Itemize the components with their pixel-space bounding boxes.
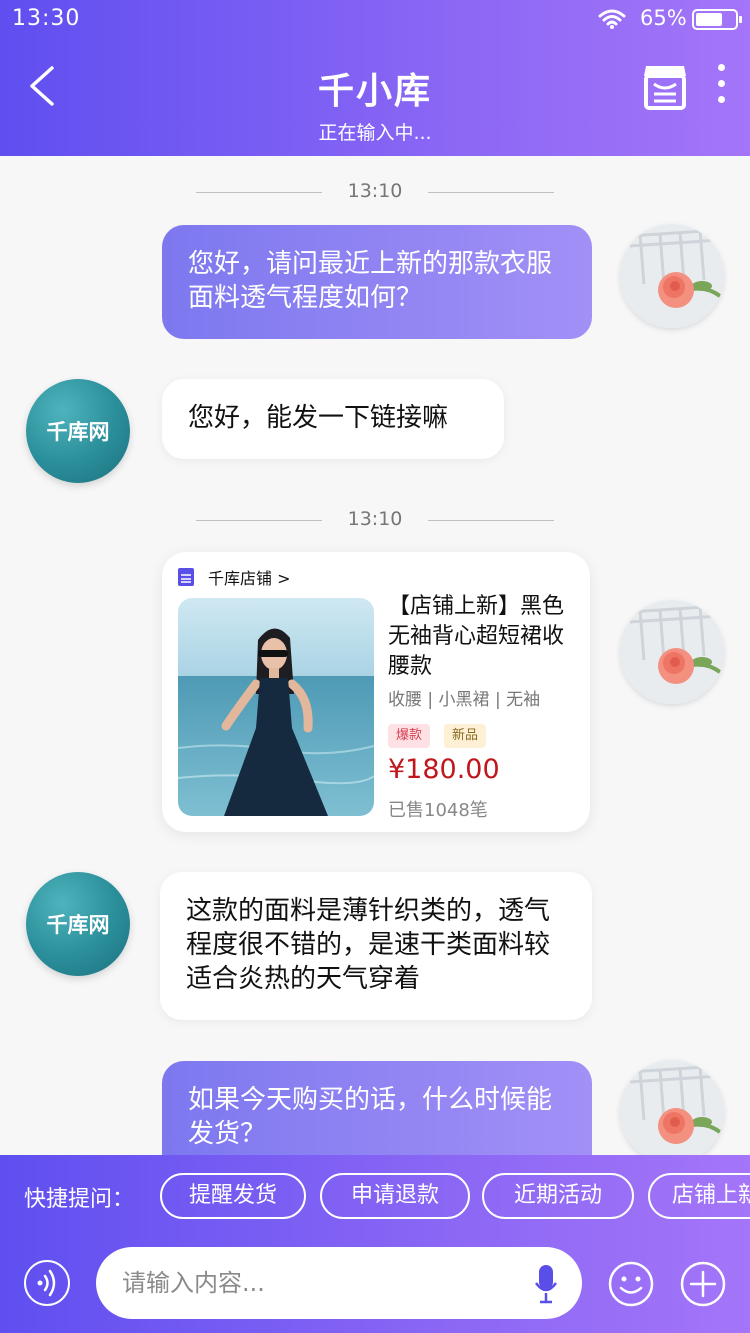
chat-messages: 13:10 您好，请问最近上新的那款衣服面料透气程度如何？ 千库网 您好，能发一… [0, 156, 750, 1155]
user-message: 您好，请问最近上新的那款衣服面料透气程度如何？ [162, 225, 592, 339]
new-badge: 新品 [444, 724, 487, 748]
add-attachment-icon[interactable] [680, 1261, 726, 1307]
timestamp: 13:10 [0, 180, 750, 202]
microphone-icon[interactable] [534, 1263, 558, 1305]
shop-avatar[interactable]: 千库网 [26, 872, 130, 976]
emoji-icon[interactable] [608, 1261, 654, 1307]
voice-wave-icon [37, 1269, 56, 1297]
voice-toggle-button[interactable] [24, 1260, 70, 1306]
rose-avatar-image [620, 600, 724, 704]
rose-avatar-image [620, 1060, 724, 1155]
quick-question-refund[interactable]: 申请退款 [320, 1173, 470, 1219]
typing-status: 正在输入中... [318, 122, 432, 144]
quick-question-remind-shipping[interactable]: 提醒发货 [160, 1173, 306, 1219]
store-link-label: 千库店铺 > [208, 569, 291, 588]
shop-logo-text: 千库网 [46, 913, 110, 937]
input-bar: 快捷提问： 提醒发货 申请退款 近期活动 店铺上新 [0, 1155, 750, 1333]
user-avatar[interactable] [620, 600, 724, 704]
more-options-icon[interactable] [712, 64, 730, 110]
sold-count: 已售1048笔 [388, 800, 488, 821]
wifi-icon [598, 9, 626, 29]
shop-message: 您好，能发一下链接嘛 [162, 379, 504, 459]
shop-avatar[interactable]: 千库网 [26, 379, 130, 483]
status-bar: 13:30 65% [0, 0, 750, 40]
store-link[interactable]: 千库店铺 > [178, 566, 291, 588]
store-icon [178, 568, 194, 586]
battery-percent: 65% [640, 6, 687, 30]
quick-question-promotions[interactable]: 近期活动 [482, 1173, 634, 1219]
status-time: 13:30 [12, 6, 81, 31]
product-tags: 收腰 | 小黑裙 | 无袖 [388, 690, 541, 710]
chat-title: 千小库 [317, 71, 432, 112]
store-icon[interactable] [640, 62, 690, 112]
message-input[interactable] [122, 1261, 522, 1305]
user-avatar[interactable] [620, 1060, 724, 1155]
shop-message: 这款的面料是薄针织类的，透气程度很不错的，是速干类面料较适合炎热的天气穿着 [160, 872, 592, 1020]
rose-avatar-image [620, 224, 724, 328]
shop-logo-text: 千库网 [46, 420, 110, 444]
product-card[interactable]: 千库店铺 > 【店铺上新】黑色无袖背心超短裙收腰款 收腰 | 小黑裙 | 无袖 … [162, 552, 590, 832]
quick-questions-label: 快捷提问： [24, 1187, 135, 1212]
hot-badge: 爆款 [388, 724, 431, 748]
chat-header: 13:30 65% 千小库 正在输入中... [0, 0, 750, 156]
user-avatar[interactable] [620, 224, 724, 328]
user-message: 如果今天购买的话，什么时候能发货？ [162, 1061, 592, 1155]
message-input-box[interactable] [96, 1247, 582, 1319]
quick-question-new-arrivals[interactable]: 店铺上新 [648, 1173, 750, 1219]
product-image[interactable] [178, 598, 374, 816]
product-title: 【店铺上新】黑色无袖背心超短裙收腰款 [388, 594, 565, 679]
timestamp: 13:10 [0, 508, 750, 530]
battery-icon [692, 9, 742, 30]
product-price: ¥180.00 [388, 754, 500, 785]
